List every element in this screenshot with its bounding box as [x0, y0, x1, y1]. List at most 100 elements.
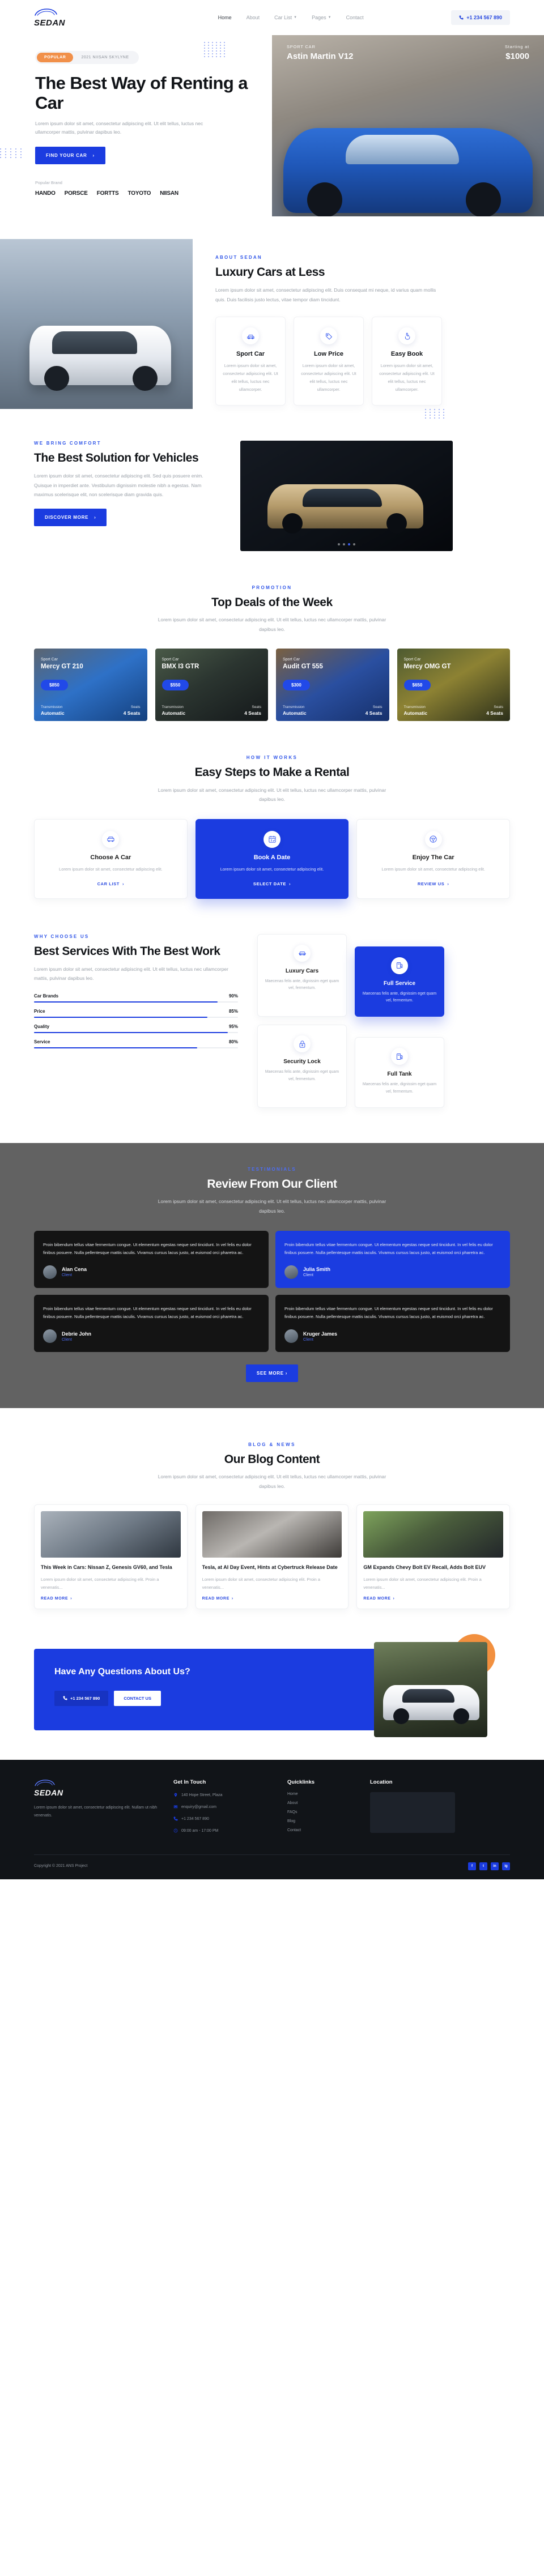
hero-car-info: SPORT CAR Starting at Astin Martin V12 $… — [272, 35, 544, 61]
service-card-full-tank[interactable]: Full Tank Maecenas felis ante, dignissim… — [355, 1037, 444, 1108]
footer-link-blog[interactable]: Blog — [287, 1819, 355, 1823]
nav-item-pages[interactable]: Pages ▼ — [312, 15, 331, 20]
footer-contact-phone[interactable]: +1 234 567 890 — [173, 1816, 273, 1823]
feature-card-easy-book[interactable]: Easy Book Lorem ipsum dolor sit amet, co… — [372, 317, 442, 406]
testimonials-header: TESTIMONIALS Review From Our Client Lore… — [34, 1167, 510, 1216]
footer-link-faqs[interactable]: FAQs — [287, 1810, 355, 1814]
service-card-security-lock[interactable]: Security Lock Maecenas felis ante, digni… — [257, 1025, 347, 1108]
solution-image — [240, 441, 453, 551]
cta-contact-button[interactable]: CONTACT US — [114, 1690, 161, 1706]
deal-name: Audit GT 555 — [283, 663, 323, 671]
blog-post-title: Tesla, at AI Day Event, Hints at Cybertr… — [202, 1564, 338, 1571]
avatar — [284, 1265, 298, 1279]
nav-item-car-list[interactable]: Car List ▼ — [274, 15, 297, 20]
find-your-car-label: FIND YOUR CAR — [46, 153, 87, 159]
linkedin-icon[interactable]: in — [491, 1862, 499, 1870]
read-more-link[interactable]: READ MORE › — [363, 1597, 394, 1601]
step-card-choose-a-car[interactable]: Choose A Car Lorem ipsum dolor sit amet,… — [34, 818, 188, 899]
step-card-book-a-date[interactable]: Book A Date Lorem ipsum dolor sit amet, … — [195, 818, 349, 899]
deal-meta: Transmission Automatic Seats 4 Seats — [404, 705, 504, 716]
logo-mark — [34, 1779, 159, 1788]
footer-link-home[interactable]: Home — [287, 1792, 355, 1796]
twitter-icon[interactable]: t — [479, 1862, 487, 1870]
step-title: Enjoy The Car — [412, 854, 454, 861]
footer-copyright: Copyright © 2021 ANS Project — [34, 1864, 88, 1869]
bar-track — [34, 1047, 238, 1048]
service-card-luxury-cars[interactable]: Luxury Cars Maecenas felis ante, digniss… — [257, 933, 347, 1017]
read-more-link[interactable]: READ MORE › — [41, 1597, 72, 1601]
chevron-right-icon: › — [447, 881, 449, 886]
feature-card-sport-car[interactable]: Sport Car Lorem ipsum dolor sit amet, co… — [215, 317, 286, 406]
clock-icon — [173, 1828, 178, 1833]
step-link[interactable]: REVIEW US › — [418, 881, 449, 886]
bar-fill — [34, 1031, 228, 1033]
see-more-button[interactable]: SEE MORE › — [245, 1364, 299, 1383]
why-description: Lorem ipsum dolor sit amet, consectetur … — [34, 966, 228, 982]
deal-card[interactable]: Sport Car BMX I3 GTR $550 Transmission Au… — [155, 649, 268, 722]
instagram-icon[interactable]: ig — [502, 1862, 510, 1870]
transmission-label: Transmission — [162, 705, 184, 710]
deal-category: Sport Car — [41, 658, 58, 662]
carousel-dots[interactable] — [240, 543, 453, 545]
blog-card[interactable]: GM Expands Chevy Bolt EV Recall, Adds Bo… — [356, 1504, 511, 1610]
discover-more-button[interactable]: DISCOVER MORE › — [34, 508, 107, 526]
service-title: Full Service — [383, 980, 416, 987]
about-text: ABOUT SEDAN Luxury Cars at Less Lorem ip… — [193, 239, 442, 409]
read-more-link[interactable]: READ MORE › — [202, 1597, 233, 1601]
header-phone-button[interactable]: +1 234 567 890 — [451, 10, 510, 25]
bar-label: Quality — [34, 1023, 50, 1029]
step-link[interactable]: SELECT DATE › — [253, 881, 291, 886]
deal-card[interactable]: Sport Car Audit GT 555 $300 Transmission… — [276, 649, 389, 722]
footer-link-about[interactable]: About — [287, 1801, 355, 1805]
car-front-icon — [102, 830, 120, 848]
feature-text: Lorem ipsum dolor sit amet, consectetur … — [379, 363, 435, 392]
lock-icon — [294, 1035, 311, 1053]
blog-card[interactable]: Tesla, at AI Day Event, Hints at Cybertr… — [195, 1504, 349, 1610]
blog-card[interactable]: This Week in Cars: Nissan Z, Genesis GV6… — [34, 1504, 188, 1610]
header-phone-number: +1 234 567 890 — [466, 15, 502, 20]
feature-card-low-price[interactable]: Low Price Lorem ipsum dolor sit amet, co… — [294, 317, 364, 406]
hero-car-image — [283, 128, 533, 216]
footer-link-contact[interactable]: Contact — [287, 1828, 355, 1832]
footer-map[interactable] — [370, 1792, 455, 1833]
about-section: ABOUT SEDAN Luxury Cars at Less Lorem ip… — [0, 216, 544, 409]
steps-section: HOW IT WORKS Easy Steps to Make a Rental… — [34, 721, 511, 899]
testimonials-description: Lorem ipsum dolor sit amet, consectetur … — [158, 1199, 386, 1214]
cta-phone-button[interactable]: +1 234 567 890 — [54, 1690, 109, 1706]
testimonial-name: Debrie John — [62, 1330, 92, 1337]
cta-title: Have Any Questions About Us? — [54, 1667, 190, 1677]
service-card-full-service[interactable]: Full Service Maecenas felis ante, dignis… — [355, 946, 444, 1017]
brand-item: HANDO — [35, 190, 56, 197]
find-your-car-button[interactable]: FIND YOUR CAR › — [35, 147, 105, 165]
nav-item-home[interactable]: Home — [218, 15, 232, 20]
step-text: Lorem ipsum dolor sit amet, consectetur … — [59, 866, 163, 872]
service-text: Maecenas felis ante, dignissim eget quam… — [362, 991, 437, 1003]
footer-brand-column: SEDAN Lorem ipsum dolor sit amet, consec… — [34, 1779, 159, 1840]
footer-contact-column: Get In Touch 140 Hope Street, Plaza enqu… — [173, 1779, 273, 1840]
logo[interactable]: SEDAN — [34, 8, 130, 28]
testimonials-section: TESTIMONIALS Review From Our Client Lore… — [0, 1143, 544, 1409]
footer-contact-email[interactable]: enquiry@gmail.com — [173, 1804, 273, 1811]
brand-item: TOYOTO — [128, 190, 151, 197]
deal-card[interactable]: Sport Car Mercy OMG GT $650 Transmission… — [397, 649, 510, 722]
about-eyebrow: ABOUT SEDAN — [215, 255, 262, 260]
about-title: Luxury Cars at Less — [215, 266, 325, 279]
avatar — [43, 1329, 57, 1344]
deal-card[interactable]: Sport Car Mercy GT 210 $850 Transmission… — [34, 649, 147, 722]
testimonial-quote: Proin bibendum tellus vitae fermentum co… — [43, 1242, 252, 1256]
testimonial-name: Julia Smith — [303, 1266, 331, 1273]
phone-icon — [63, 1696, 67, 1700]
footer-location-heading: Location — [370, 1779, 393, 1786]
footer-contact-address[interactable]: 140 Hope Street, Plaza — [173, 1792, 273, 1799]
nav-item-contact[interactable]: Contact — [346, 15, 364, 20]
testimonial-quote: Proin bibendum tellus vitae fermentum co… — [284, 1306, 493, 1320]
seats-value: 4 Seats — [123, 710, 141, 716]
skill-bars: Car Brands 90% Price 85% Quality 95% Servic… — [34, 993, 238, 1048]
nav-item-about[interactable]: About — [246, 15, 260, 20]
testimonial-role: Client — [303, 1337, 313, 1342]
skill-bar-quality: Quality 95% — [34, 1024, 238, 1033]
solution-description: Lorem ipsum dolor sit amet, consectetur … — [34, 473, 203, 498]
step-card-enjoy-the-car[interactable]: Enjoy The Car Lorem ipsum dolor sit amet… — [356, 818, 511, 899]
step-link[interactable]: CAR LIST › — [97, 881, 125, 886]
facebook-icon[interactable]: f — [468, 1862, 476, 1870]
